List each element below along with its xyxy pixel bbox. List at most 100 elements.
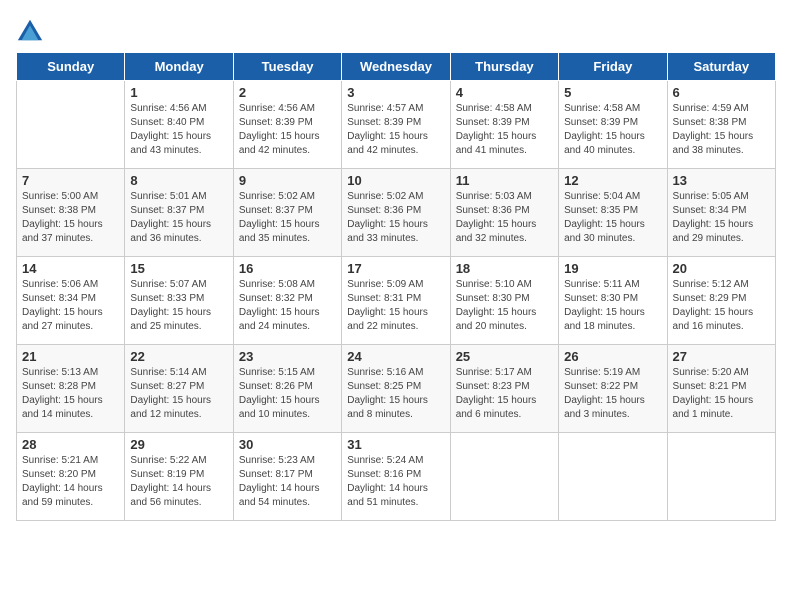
week-row-4: 21 Sunrise: 5:13 AMSunset: 8:28 PMDayligh…	[17, 345, 776, 433]
day-cell: 4 Sunrise: 4:58 AMSunset: 8:39 PMDaylight…	[450, 81, 558, 169]
day-number: 18	[456, 261, 553, 276]
day-cell: 1Sunrise: 4:56 AMSunset: 8:40 PMDaylight…	[125, 81, 233, 169]
day-cell: 26 Sunrise: 5:19 AMSunset: 8:22 PMDayligh…	[559, 345, 667, 433]
day-cell: 5 Sunrise: 4:58 AMSunset: 8:39 PMDaylight…	[559, 81, 667, 169]
day-cell	[450, 433, 558, 521]
day-info: Sunrise: 4:57 AMSunset: 8:39 PMDaylight:…	[347, 102, 444, 158]
day-number: 6	[673, 85, 770, 100]
day-cell: 19 Sunrise: 5:11 AMSunset: 8:30 PMDayligh…	[559, 257, 667, 345]
day-info: Sunrise: 5:02 AMSunset: 8:37 PMDaylight:…	[239, 190, 336, 246]
week-row-1: 1Sunrise: 4:56 AMSunset: 8:40 PMDaylight…	[17, 81, 776, 169]
day-cell: 21 Sunrise: 5:13 AMSunset: 8:28 PMDayligh…	[17, 345, 125, 433]
day-cell: 24 Sunrise: 5:16 AMSunset: 8:25 PMDayligh…	[342, 345, 450, 433]
header	[16, 16, 776, 44]
day-cell: 2 Sunrise: 4:56 AMSunset: 8:39 PMDaylight…	[233, 81, 341, 169]
day-number: 11	[456, 173, 553, 188]
day-info: Sunrise: 5:02 AMSunset: 8:36 PMDaylight:…	[347, 190, 444, 246]
day-number: 4	[456, 85, 553, 100]
header-cell-wednesday: Wednesday	[342, 53, 450, 81]
day-cell: 23 Sunrise: 5:15 AMSunset: 8:26 PMDayligh…	[233, 345, 341, 433]
day-number: 15	[130, 261, 227, 276]
day-cell: 16 Sunrise: 5:08 AMSunset: 8:32 PMDayligh…	[233, 257, 341, 345]
day-cell	[17, 81, 125, 169]
day-number: 3	[347, 85, 444, 100]
day-info: Sunrise: 5:17 AMSunset: 8:23 PMDaylight:…	[456, 366, 553, 422]
header-cell-saturday: Saturday	[667, 53, 775, 81]
day-cell: 25Sunrise: 5:17 AMSunset: 8:23 PMDayligh…	[450, 345, 558, 433]
day-info: Sunrise: 5:01 AMSunset: 8:37 PMDaylight:…	[130, 190, 227, 246]
day-cell: 13Sunrise: 5:05 AMSunset: 8:34 PMDayligh…	[667, 169, 775, 257]
header-cell-sunday: Sunday	[17, 53, 125, 81]
day-number: 9	[239, 173, 336, 188]
day-number: 16	[239, 261, 336, 276]
day-info: Sunrise: 5:22 AMSunset: 8:19 PMDaylight:…	[130, 454, 227, 510]
day-number: 8	[130, 173, 227, 188]
day-number: 17	[347, 261, 444, 276]
day-number: 23	[239, 349, 336, 364]
calendar-table: SundayMondayTuesdayWednesdayThursdayFrid…	[16, 52, 776, 521]
day-number: 21	[22, 349, 119, 364]
day-info: Sunrise: 5:08 AMSunset: 8:32 PMDaylight:…	[239, 278, 336, 334]
day-info: Sunrise: 5:00 AMSunset: 8:38 PMDaylight:…	[22, 190, 119, 246]
day-info: Sunrise: 4:56 AMSunset: 8:39 PMDaylight:…	[239, 102, 336, 158]
day-number: 28	[22, 437, 119, 452]
day-number: 20	[673, 261, 770, 276]
day-info: Sunrise: 4:58 AMSunset: 8:39 PMDaylight:…	[456, 102, 553, 158]
day-number: 12	[564, 173, 661, 188]
day-info: Sunrise: 5:03 AMSunset: 8:36 PMDaylight:…	[456, 190, 553, 246]
header-cell-tuesday: Tuesday	[233, 53, 341, 81]
day-cell: 22 Sunrise: 5:14 AMSunset: 8:27 PMDayligh…	[125, 345, 233, 433]
day-cell: 17 Sunrise: 5:09 AMSunset: 8:31 PMDayligh…	[342, 257, 450, 345]
day-info: Sunrise: 5:21 AMSunset: 8:20 PMDaylight:…	[22, 454, 119, 510]
day-number: 7	[22, 173, 119, 188]
day-info: Sunrise: 5:11 AMSunset: 8:30 PMDaylight:…	[564, 278, 661, 334]
day-info: Sunrise: 4:58 AMSunset: 8:39 PMDaylight:…	[564, 102, 661, 158]
day-info: Sunrise: 5:23 AMSunset: 8:17 PMDaylight:…	[239, 454, 336, 510]
day-cell: 28 Sunrise: 5:21 AMSunset: 8:20 PMDayligh…	[17, 433, 125, 521]
week-row-2: 7 Sunrise: 5:00 AMSunset: 8:38 PMDaylight…	[17, 169, 776, 257]
day-cell: 18Sunrise: 5:10 AMSunset: 8:30 PMDayligh…	[450, 257, 558, 345]
day-cell: 10Sunrise: 5:02 AMSunset: 8:36 PMDayligh…	[342, 169, 450, 257]
day-info: Sunrise: 5:06 AMSunset: 8:34 PMDaylight:…	[22, 278, 119, 334]
day-cell: 12 Sunrise: 5:04 AMSunset: 8:35 PMDayligh…	[559, 169, 667, 257]
day-info: Sunrise: 5:24 AMSunset: 8:16 PMDaylight:…	[347, 454, 444, 510]
header-cell-friday: Friday	[559, 53, 667, 81]
day-number: 30	[239, 437, 336, 452]
day-number: 24	[347, 349, 444, 364]
day-info: Sunrise: 4:59 AMSunset: 8:38 PMDaylight:…	[673, 102, 770, 158]
day-info: Sunrise: 5:19 AMSunset: 8:22 PMDaylight:…	[564, 366, 661, 422]
day-info: Sunrise: 5:15 AMSunset: 8:26 PMDaylight:…	[239, 366, 336, 422]
day-number: 26	[564, 349, 661, 364]
day-cell: 27 Sunrise: 5:20 AMSunset: 8:21 PMDayligh…	[667, 345, 775, 433]
day-number: 29	[130, 437, 227, 452]
day-number: 22	[130, 349, 227, 364]
week-row-5: 28 Sunrise: 5:21 AMSunset: 8:20 PMDayligh…	[17, 433, 776, 521]
day-number: 19	[564, 261, 661, 276]
day-info: Sunrise: 5:09 AMSunset: 8:31 PMDaylight:…	[347, 278, 444, 334]
day-number: 1	[130, 85, 227, 100]
day-cell: 9 Sunrise: 5:02 AMSunset: 8:37 PMDaylight…	[233, 169, 341, 257]
day-cell: 15Sunrise: 5:07 AMSunset: 8:33 PMDayligh…	[125, 257, 233, 345]
day-cell: 29 Sunrise: 5:22 AMSunset: 8:19 PMDayligh…	[125, 433, 233, 521]
day-cell: 30 Sunrise: 5:23 AMSunset: 8:17 PMDayligh…	[233, 433, 341, 521]
logo-icon	[16, 16, 44, 44]
day-number: 31	[347, 437, 444, 452]
day-cell: 3 Sunrise: 4:57 AMSunset: 8:39 PMDaylight…	[342, 81, 450, 169]
header-cell-thursday: Thursday	[450, 53, 558, 81]
week-row-3: 14Sunrise: 5:06 AMSunset: 8:34 PMDayligh…	[17, 257, 776, 345]
header-cell-monday: Monday	[125, 53, 233, 81]
day-cell: 7 Sunrise: 5:00 AMSunset: 8:38 PMDaylight…	[17, 169, 125, 257]
logo	[16, 16, 48, 44]
day-info: Sunrise: 5:04 AMSunset: 8:35 PMDaylight:…	[564, 190, 661, 246]
day-cell	[559, 433, 667, 521]
day-info: Sunrise: 5:13 AMSunset: 8:28 PMDaylight:…	[22, 366, 119, 422]
day-info: Sunrise: 5:20 AMSunset: 8:21 PMDaylight:…	[673, 366, 770, 422]
day-number: 13	[673, 173, 770, 188]
day-info: Sunrise: 5:14 AMSunset: 8:27 PMDaylight:…	[130, 366, 227, 422]
day-number: 2	[239, 85, 336, 100]
day-info: Sunrise: 5:16 AMSunset: 8:25 PMDaylight:…	[347, 366, 444, 422]
day-number: 27	[673, 349, 770, 364]
day-cell: 8 Sunrise: 5:01 AMSunset: 8:37 PMDaylight…	[125, 169, 233, 257]
day-number: 5	[564, 85, 661, 100]
day-cell: 31 Sunrise: 5:24 AMSunset: 8:16 PMDayligh…	[342, 433, 450, 521]
